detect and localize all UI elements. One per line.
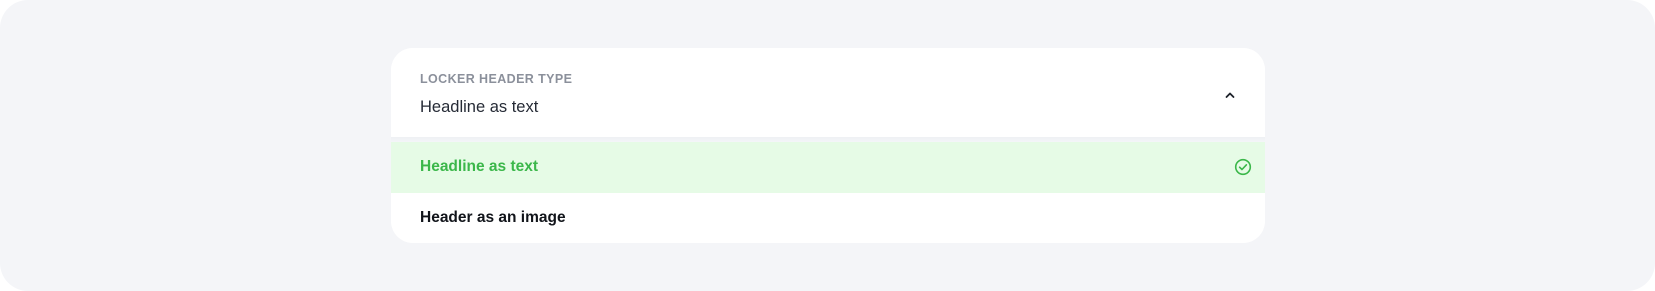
chevron-up-icon[interactable] bbox=[1224, 90, 1236, 100]
page-background: LOCKER HEADER TYPE Headline as text Head… bbox=[0, 0, 1655, 291]
option-headline-as-text[interactable]: Headline as text bbox=[391, 142, 1265, 193]
locker-header-type-dropdown: LOCKER HEADER TYPE Headline as text Head… bbox=[391, 48, 1265, 243]
dropdown-toggle[interactable]: LOCKER HEADER TYPE Headline as text bbox=[391, 48, 1265, 137]
option-label: Headline as text bbox=[420, 158, 539, 175]
check-circle-icon bbox=[1234, 158, 1252, 176]
selected-value: Headline as text bbox=[420, 98, 539, 116]
option-header-as-an-image[interactable]: Header as an image bbox=[391, 193, 1265, 243]
option-label: Header as an image bbox=[420, 209, 566, 226]
field-label: LOCKER HEADER TYPE bbox=[420, 72, 573, 86]
